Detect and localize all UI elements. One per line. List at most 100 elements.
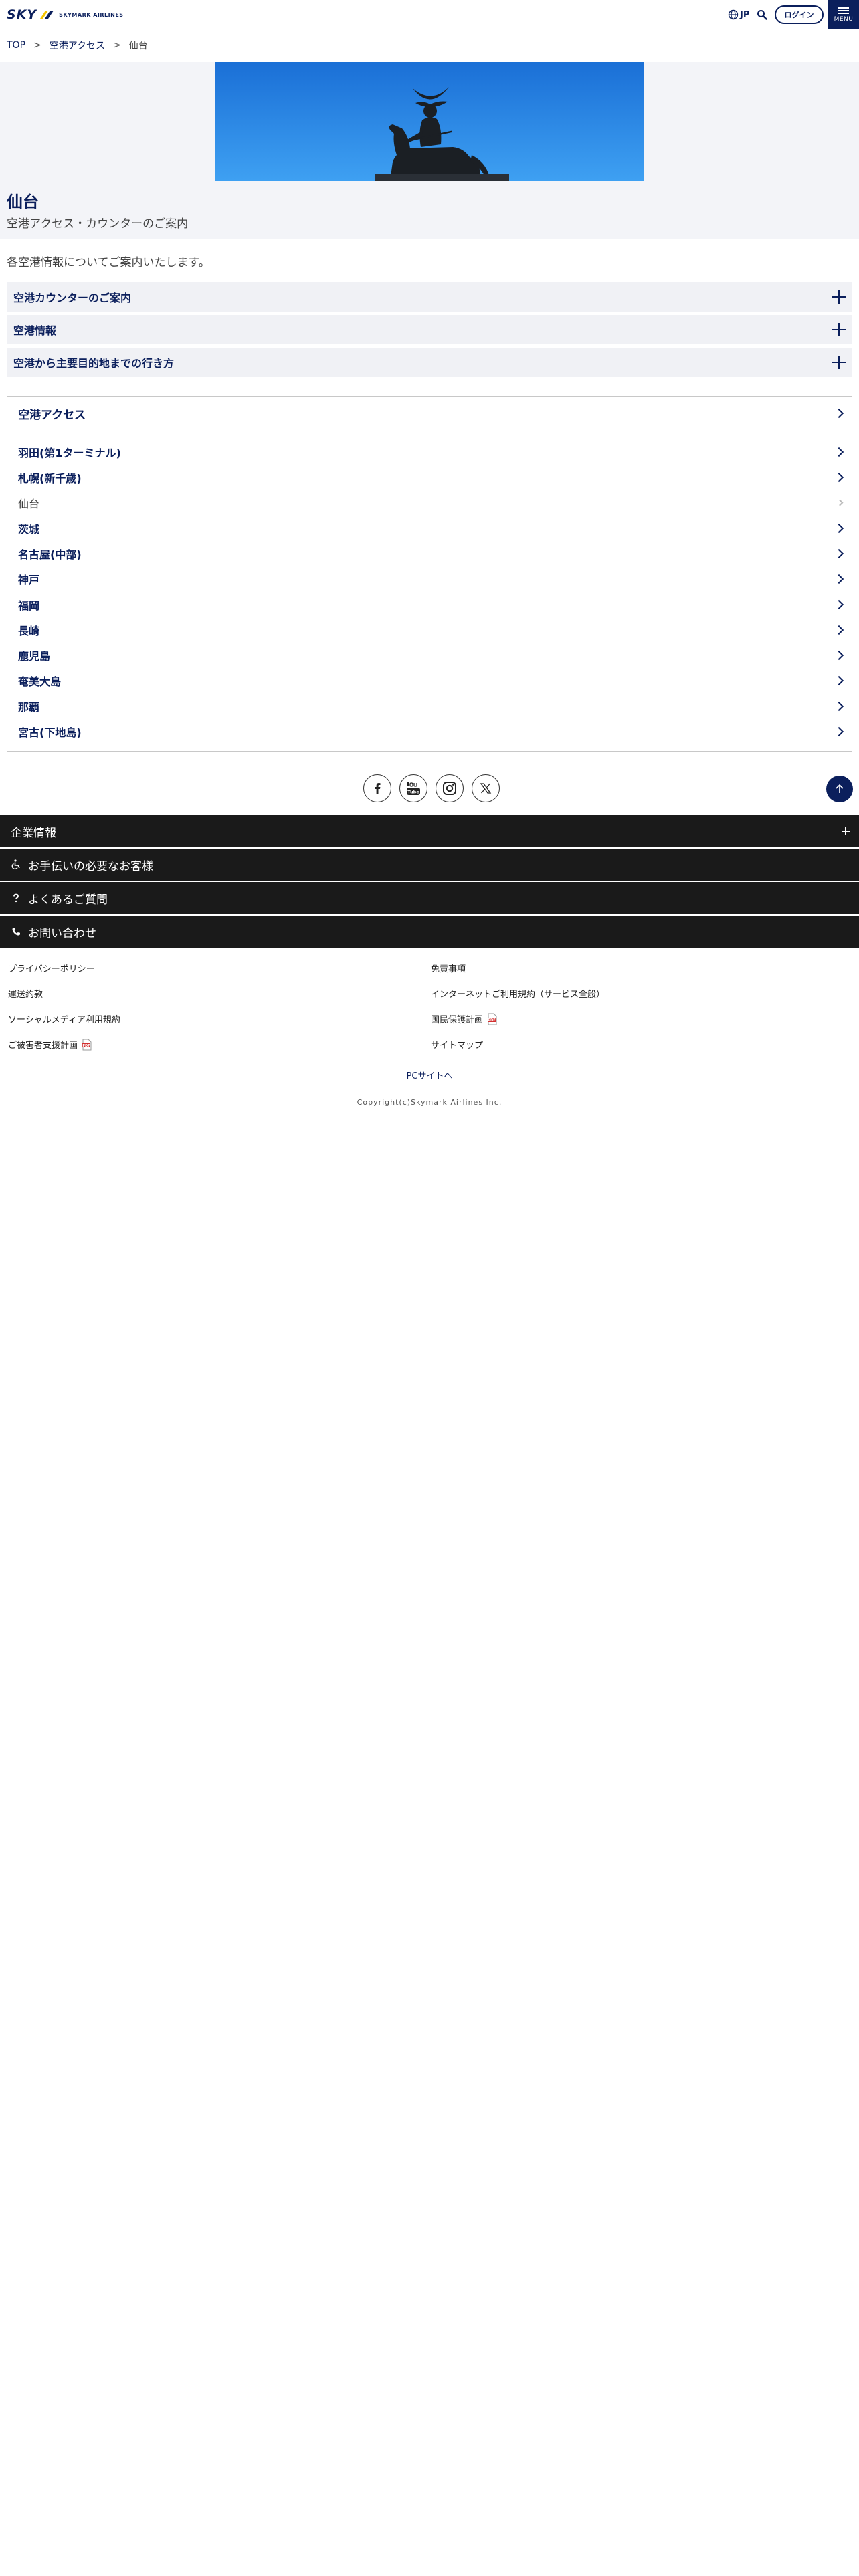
chevron-right-icon [834, 408, 844, 419]
plus-icon [832, 356, 846, 369]
footer-link-civil-protection-plan[interactable]: 国民保護計画 PDF [431, 1012, 498, 1025]
airport-access-heading: 空港アクセス [18, 409, 86, 422]
facebook-link[interactable] [363, 774, 391, 802]
airport-label: 仙台 [18, 498, 40, 510]
airport-label: 福岡 [18, 599, 40, 612]
airport-item-kobe[interactable]: 神戸 [7, 566, 852, 592]
footer-link-sitemap[interactable]: サイトマップ [431, 1038, 483, 1051]
accordion-label: 空港情報 [13, 324, 57, 337]
logo-mark-icon [39, 9, 55, 20]
page-title: 仙台 [7, 193, 39, 211]
svg-text:PDF: PDF [488, 1018, 495, 1023]
footer-link-label: 免責事項 [431, 964, 466, 974]
airport-item-naha[interactable]: 那覇 [7, 693, 852, 719]
breadcrumb: TOP > 空港アクセス > 仙台 [7, 37, 148, 53]
svg-text:PDF: PDF [82, 1044, 90, 1048]
footer-link-conditions-of-carriage[interactable]: 運送約款 [8, 987, 43, 1000]
youtube-link[interactable]: Tube [399, 774, 427, 802]
airport-access-panel: 空港アクセス 羽田(第1ターミナル) 札幌(新千歳) 仙台 茨城 名古屋(中部)… [7, 396, 852, 752]
arrow-up-icon [836, 784, 844, 793]
menu-button[interactable]: MENU [828, 0, 859, 29]
airport-item-miyako[interactable]: 宮古(下地島) [7, 719, 852, 744]
airport-item-fukuoka[interactable]: 福岡 [7, 592, 852, 617]
airport-list: 羽田(第1ターミナル) 札幌(新千歳) 仙台 茨城 名古屋(中部) 神戸 福岡 … [7, 439, 852, 744]
hero-section: 仙台 空港アクセス・カウンターのご案内 [0, 62, 859, 239]
page-subtitle: 空港アクセス・カウンターのご案内 [7, 217, 189, 231]
breadcrumb-separator: > [33, 40, 41, 51]
chevron-right-icon [834, 675, 844, 686]
svg-text:Tube: Tube [407, 790, 419, 795]
airport-label: 宮古(下地島) [18, 726, 82, 739]
chevron-right-icon [834, 523, 844, 534]
accordion-airport-counter[interactable]: 空港カウンターのご案内 [7, 282, 852, 312]
search-icon [757, 10, 767, 20]
chevron-right-icon [834, 548, 844, 559]
airport-label: 長崎 [18, 625, 40, 637]
footer-nav-contact[interactable]: お問い合わせ [0, 916, 859, 948]
plus-icon [832, 323, 846, 336]
login-button[interactable]: ログイン [775, 5, 824, 24]
airport-label: 羽田(第1ターミナル) [18, 447, 121, 459]
footer-link-privacy-policy[interactable]: プライバシーポリシー [8, 962, 95, 974]
footer-link-social-media-terms[interactable]: ソーシャルメディア利用規約 [8, 1012, 120, 1025]
airport-label: 奄美大島 [18, 675, 62, 688]
airport-item-sapporo[interactable]: 札幌(新千歳) [7, 465, 852, 490]
airport-label: 札幌(新千歳) [18, 472, 82, 485]
breadcrumb-top[interactable]: TOP [7, 40, 25, 51]
globe-icon [728, 9, 739, 20]
airport-label: 鹿児島 [18, 650, 51, 663]
footer-link-internet-terms[interactable]: インターネットご利用規約（サービス全般） [431, 987, 605, 1000]
hamburger-icon [838, 7, 849, 14]
footer-nav-assistance[interactable]: お手伝いの必要なお客様 [0, 849, 859, 881]
footer-nav-company-info[interactable]: 企業情報 [0, 815, 859, 847]
footer-link-label: サイトマップ [431, 1041, 484, 1051]
page-top-button[interactable] [826, 776, 853, 802]
chevron-right-icon [834, 701, 844, 712]
footer-nav-faq[interactable]: よくあるご質問 [0, 882, 859, 914]
social-links: Tube [363, 774, 500, 802]
footer-link-label: インターネットご利用規約（サービス全般） [431, 990, 605, 1000]
accordion-label: 空港から主要目的地までの行き方 [13, 357, 175, 370]
airport-item-nagoya[interactable]: 名古屋(中部) [7, 541, 852, 566]
airport-item-kagoshima[interactable]: 鹿児島 [7, 643, 852, 668]
language-switch[interactable]: JP [728, 7, 749, 22]
logo-subtext: SKYMARK AIRLINES [59, 11, 124, 18]
skymark-logo[interactable]: SKY SKYMARK AIRLINES [7, 7, 124, 23]
airport-access-heading-link[interactable]: 空港アクセス [7, 397, 852, 431]
footer-link-label: ソーシャルメディア利用規約 [8, 1015, 120, 1025]
footer-link-disclaimer[interactable]: 免責事項 [431, 962, 466, 974]
footer-nav-label: お問い合わせ [28, 926, 96, 940]
accordion-airport-info[interactable]: 空港情報 [7, 315, 852, 344]
instagram-link[interactable] [436, 774, 464, 802]
chevron-right-icon [834, 574, 844, 584]
footer-nav-label: お手伝いの必要なお客様 [28, 859, 153, 873]
plus-icon [842, 827, 850, 835]
footer-link-label: 運送約款 [8, 990, 43, 1000]
airport-label: 名古屋(中部) [18, 548, 82, 561]
airport-item-haneda[interactable]: 羽田(第1ターミナル) [7, 439, 852, 465]
intro-text: 各空港情報についてご案内いたします。 [7, 256, 210, 270]
copyright-text: Copyright(c)Skymark Airlines Inc. [357, 1098, 502, 1107]
airport-item-ibaraki[interactable]: 茨城 [7, 516, 852, 541]
airport-item-amami[interactable]: 奄美大島 [7, 668, 852, 693]
airport-item-sendai-current: 仙台 [7, 490, 852, 516]
chevron-right-icon [834, 650, 844, 661]
youtube-icon: Tube [407, 782, 420, 795]
breadcrumb-airport-access[interactable]: 空港アクセス [50, 39, 105, 52]
footer-link-label: プライバシーポリシー [8, 964, 95, 974]
x-icon [480, 783, 492, 794]
footer-nav-label: 企業情報 [11, 826, 56, 840]
chevron-right-icon [836, 499, 844, 506]
pc-site-link[interactable]: PCサイトへ [0, 1069, 859, 1081]
hero-image-date-masamune-statue [215, 62, 644, 181]
accordion-directions[interactable]: 空港から主要目的地までの行き方 [7, 348, 852, 377]
language-label: JP [740, 9, 750, 20]
search-button[interactable] [755, 7, 769, 22]
logo-text: SKY [7, 7, 37, 22]
footer-link-victim-support-plan[interactable]: ご被害者支援計画 PDF [8, 1038, 92, 1051]
menu-label: MENU [834, 15, 854, 23]
airport-label: 神戸 [18, 574, 40, 586]
footer-link-label: ご被害者支援計画 [8, 1041, 78, 1051]
x-link[interactable] [472, 774, 500, 802]
airport-item-nagasaki[interactable]: 長崎 [7, 617, 852, 643]
